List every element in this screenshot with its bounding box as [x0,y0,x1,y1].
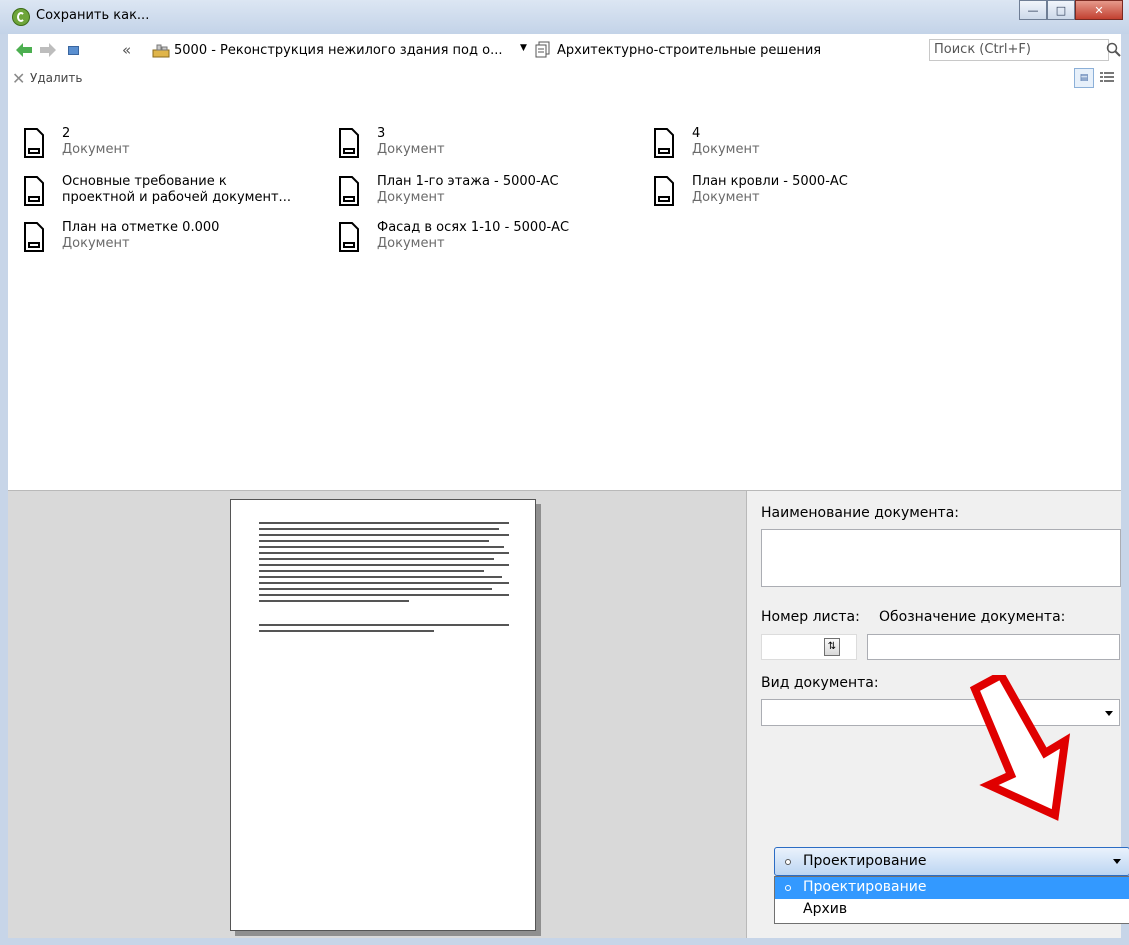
maximize-icon: □ [1055,3,1067,17]
file-name: 4 [692,126,701,141]
stage-status-icon [785,885,791,891]
doc-name-label: Наименование документа: [761,505,960,521]
app-logo-icon [12,8,30,26]
breadcrumb-overflow-icon[interactable]: « [122,41,131,59]
bottom-pane: Наименование документа: Номер листа: Обо… [8,490,1129,938]
document-icon [339,222,359,252]
close-icon: ✕ [1094,3,1104,17]
preview-text-block [259,522,509,636]
stage-option[interactable]: Проектирование [775,877,1129,899]
file-name: План 1-го этажа - 5000-АС [377,174,559,189]
file-name: 3 [377,126,386,141]
file-name-line1: Основные требование к [62,174,227,189]
search-input[interactable]: Поиск (Ctrl+F) [929,39,1121,61]
tiles-view-button[interactable]: ▤ [1074,68,1094,88]
forward-arrow-icon[interactable] [40,43,56,57]
document-icon [654,176,674,206]
file-name: 2 [62,126,71,141]
sheet-number-label: Номер листа: [761,609,860,625]
window-controls: — □ ✕ [1019,0,1123,22]
document-properties-panel: Наименование документа: Номер листа: Обо… [747,491,1129,938]
tiles-view-icon: ▤ [1079,73,1089,83]
search-icon[interactable] [1106,42,1122,58]
doc-name-field[interactable] [761,529,1121,587]
chevron-down-icon [1113,859,1121,864]
doc-type-label: Вид документа: [761,675,879,691]
document-icon [24,176,44,206]
file-type: Документ [62,236,130,251]
window-title: Сохранить как... [36,8,150,23]
back-arrow-icon[interactable] [16,43,32,57]
file-type: Документ [692,190,760,205]
file-type: Документ [377,190,445,205]
recent-locations-icon[interactable] [68,46,79,55]
breadcrumb-project[interactable]: 5000 - Реконструкция нежилого здания под… [174,43,502,58]
navigation-bar: « 5000 - Реконструкция нежилого здания п… [8,34,1121,67]
stage-option[interactable]: Архив [775,899,1129,921]
toolbar: ✕ Удалить ▤ [8,66,1121,92]
title-bar[interactable]: Сохранить как... — □ ✕ [0,0,1129,34]
file-name: План кровли - 5000-АС [692,174,848,189]
document-icon [339,176,359,206]
breadcrumb-dropdown-icon[interactable]: ▼ [520,43,527,53]
documents-folder-icon [535,41,550,58]
file-type: Документ [62,142,130,157]
document-preview-page [230,499,536,931]
details-view-icon[interactable] [1099,70,1115,86]
file-list: 2 Документ 3 Документ 4 Документ Основны… [8,92,1121,490]
minimize-icon: — [1027,3,1039,17]
breadcrumb-folder[interactable]: Архитектурно-строительные решения [557,43,821,58]
doc-designation-label: Обозначение документа: [879,609,1066,625]
delete-button[interactable]: Удалить [30,71,83,85]
close-button[interactable]: ✕ [1075,0,1123,20]
minimize-button[interactable]: — [1019,0,1047,20]
stage-option-label: Проектирование [803,879,927,895]
sheet-number-field[interactable]: ⇅ [761,634,857,660]
stage-select[interactable]: Проектирование [774,847,1129,876]
doc-designation-field[interactable] [867,634,1120,660]
document-icon [24,222,44,252]
file-name: План на отметке 0.000 [62,220,220,235]
file-name-line2: проектной и рабочей документ... [62,190,291,205]
search-placeholder: Поиск (Ctrl+F) [934,42,1031,57]
stage-status-icon [785,859,791,865]
document-icon [654,128,674,158]
maximize-button[interactable]: □ [1047,0,1075,20]
stage-selected-value: Проектирование [803,853,927,869]
document-preview-panel [8,491,747,938]
spinner-arrows-icon: ⇅ [827,641,837,652]
file-name: Фасад в осях 1-10 - 5000-АС [377,220,570,235]
document-icon [24,128,44,158]
save-as-dialog: Сохранить как... — □ ✕ « 5000 - Реконстр… [0,0,1129,945]
file-type: Документ [692,142,760,157]
red-arrow-annotation-icon [969,675,1071,821]
sheet-number-spinner[interactable]: ⇅ [824,638,840,656]
file-type: Документ [377,142,445,157]
stage-option-label: Архив [803,901,848,917]
file-type: Документ [377,236,445,251]
document-icon [339,128,359,158]
stage-dropdown-list: Проектирование Архив [774,876,1129,924]
delete-icon: ✕ [12,69,26,88]
project-folder-icon [152,44,170,58]
chevron-down-icon [1105,711,1113,716]
